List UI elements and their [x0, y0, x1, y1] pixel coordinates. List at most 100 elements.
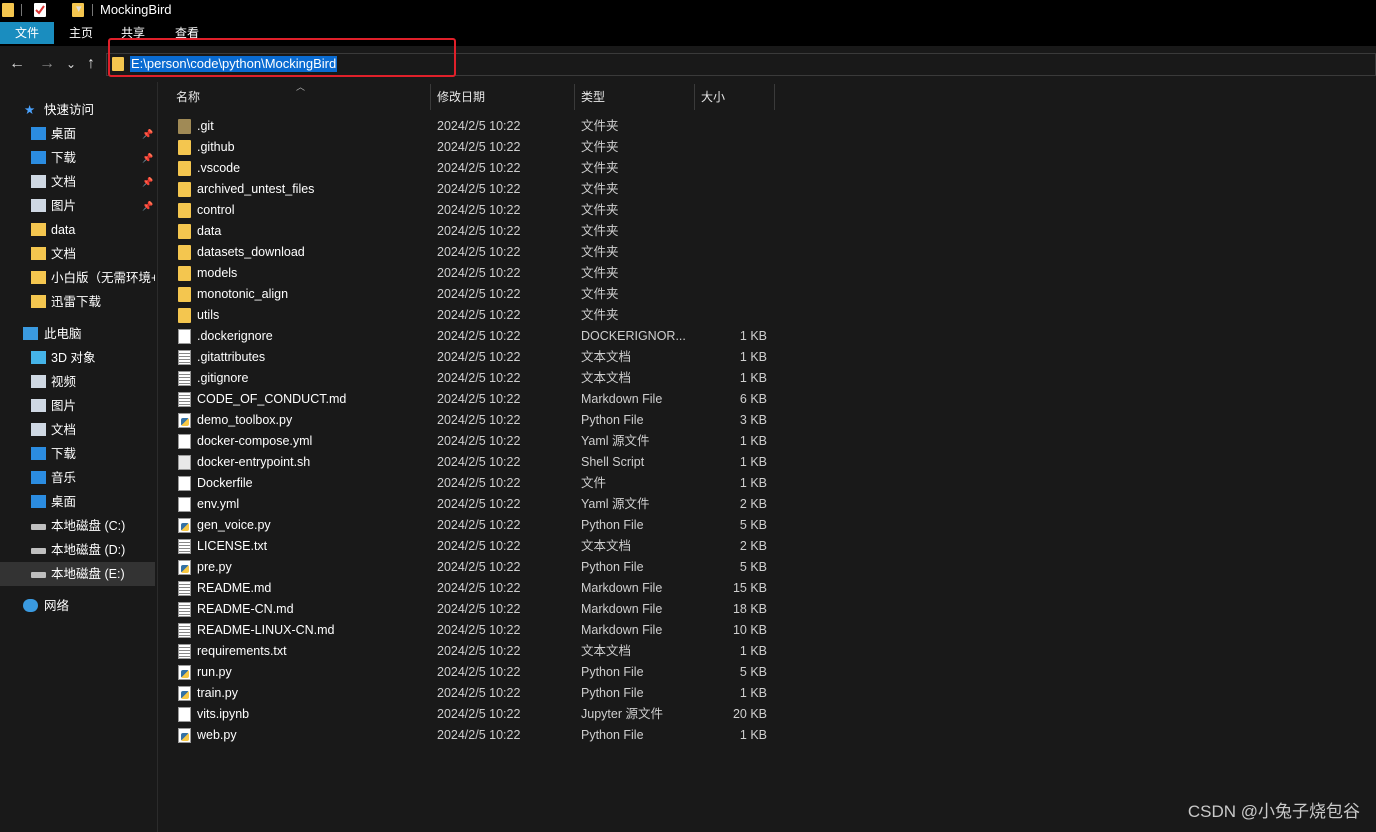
file-type: 文件夹: [581, 140, 619, 154]
file-row[interactable]: archived_untest_files 2024/2/5 10:22 文件夹: [160, 179, 780, 200]
file-row[interactable]: web.py 2024/2/5 10:22 Python File 1 KB: [160, 725, 780, 746]
sidebar-item-label: data: [51, 223, 76, 237]
sidebar-item-quick-4[interactable]: data: [0, 218, 155, 242]
sidebar-item-pc-2[interactable]: 图片: [0, 394, 155, 418]
sidebar-item-quick-5[interactable]: 文档: [0, 242, 155, 266]
file-row[interactable]: vits.ipynb 2024/2/5 10:22 Jupyter 源文件 20 KB: [160, 704, 780, 725]
sidebar-item-label: 本地磁盘 (D:): [51, 543, 126, 557]
sidebar-this-pc[interactable]: 此电脑: [0, 322, 155, 346]
separator: [21, 4, 22, 16]
column-header-name[interactable]: 名称: [176, 84, 200, 110]
file-row[interactable]: requirements.txt 2024/2/5 10:22 文本文档 1 KB: [160, 641, 780, 662]
sidebar-quick-access[interactable]: ★ 快速访问: [0, 98, 155, 122]
drive-icon: [31, 572, 46, 578]
sidebar-item-pc-8[interactable]: 本地磁盘 (D:): [0, 538, 155, 562]
folder-icon: [31, 295, 46, 308]
sidebar-item-pc-5[interactable]: 音乐: [0, 466, 155, 490]
sidebar-item-pc-6[interactable]: 桌面: [0, 490, 155, 514]
file-row[interactable]: train.py 2024/2/5 10:22 Python File 1 KB: [160, 683, 780, 704]
file-row[interactable]: LICENSE.txt 2024/2/5 10:22 文本文档 2 KB: [160, 536, 780, 557]
file-type: 文件夹: [581, 308, 619, 322]
file-row[interactable]: demo_toolbox.py 2024/2/5 10:22 Python File…: [160, 410, 780, 431]
sidebar-item-quick-3[interactable]: 图片 📌: [0, 194, 155, 218]
sidebar-item-pc-9[interactable]: 本地磁盘 (E:): [0, 562, 155, 586]
file-size: 1 KB: [739, 728, 767, 742]
column-header-type[interactable]: 类型: [581, 84, 605, 110]
file-row[interactable]: monotonic_align 2024/2/5 10:22 文件夹: [160, 284, 780, 305]
sidebar-item-quick-2[interactable]: 文档 📌: [0, 170, 155, 194]
file-row[interactable]: .gitattributes 2024/2/5 10:22 文本文档 1 KB: [160, 347, 780, 368]
sidebar-item-pc-3[interactable]: 文档: [0, 418, 155, 442]
file-row[interactable]: README-CN.md 2024/2/5 10:22 Markdown File 1…: [160, 599, 780, 620]
file-row[interactable]: docker-compose.yml 2024/2/5 10:22 Yaml 源文件…: [160, 431, 780, 452]
column-separator[interactable]: [774, 84, 775, 110]
file-row[interactable]: env.yml 2024/2/5 10:22 Yaml 源文件 2 KB: [160, 494, 780, 515]
file-row[interactable]: .dockerignore 2024/2/5 10:22 DOCKERIGNOR..…: [160, 326, 780, 347]
customize-quick-access-icon[interactable]: ▾: [76, 2, 82, 15]
python-file-icon: [178, 518, 191, 533]
sidebar-item-label: 图片: [51, 199, 77, 213]
file-size: 2 KB: [739, 539, 767, 553]
properties-icon[interactable]: [34, 3, 46, 17]
file-row[interactable]: utils 2024/2/5 10:22 文件夹: [160, 305, 780, 326]
file-size: 1 KB: [739, 644, 767, 658]
up-button[interactable]: ↑: [82, 53, 100, 75]
column-separator[interactable]: [694, 84, 695, 110]
sidebar-item-quick-7[interactable]: 迅雷下载: [0, 290, 155, 314]
sidebar-item-label: 本地磁盘 (C:): [51, 519, 126, 533]
file-row[interactable]: data 2024/2/5 10:22 文件夹: [160, 221, 780, 242]
file-row[interactable]: docker-entrypoint.sh 2024/2/5 10:22 Shell …: [160, 452, 780, 473]
folder-icon: [178, 140, 191, 155]
column-header-date[interactable]: 修改日期: [437, 84, 485, 110]
file-row[interactable]: run.py 2024/2/5 10:22 Python File 5 KB: [160, 662, 780, 683]
file-row[interactable]: Dockerfile 2024/2/5 10:22 文件 1 KB: [160, 473, 780, 494]
sidebar-item-pc-1[interactable]: 视频: [0, 370, 155, 394]
file-row[interactable]: CODE_OF_CONDUCT.md 2024/2/5 10:22 Markdown…: [160, 389, 780, 410]
sidebar-item-pc-7[interactable]: 本地磁盘 (C:): [0, 514, 155, 538]
sidebar-item-label: 文档: [51, 175, 77, 189]
file-row[interactable]: .vscode 2024/2/5 10:22 文件夹: [160, 158, 780, 179]
file-date: 2024/2/5 10:22: [437, 623, 521, 637]
file-row[interactable]: gen_voice.py 2024/2/5 10:22 Python File 5 K…: [160, 515, 780, 536]
sidebar-item-quick-0[interactable]: 桌面 📌: [0, 122, 155, 146]
column-separator[interactable]: [574, 84, 575, 110]
sidebar-item-quick-6[interactable]: 小白版（无需环境+: [0, 266, 155, 290]
forward-button[interactable]: →: [38, 53, 56, 75]
column-header-size[interactable]: 大小: [701, 84, 725, 110]
sidebar-item-pc-4[interactable]: 下载: [0, 442, 155, 466]
file-row[interactable]: datasets_download 2024/2/5 10:22 文件夹: [160, 242, 780, 263]
pin-icon[interactable]: 📌: [142, 170, 153, 194]
sidebar-item-label: 文档: [51, 423, 77, 437]
file-type: 文本文档: [581, 371, 632, 385]
tab-home[interactable]: 主页: [60, 22, 102, 44]
file-date: 2024/2/5 10:22: [437, 371, 521, 385]
file-row[interactable]: pre.py 2024/2/5 10:22 Python File 5 KB: [160, 557, 780, 578]
file-row[interactable]: README-LINUX-CN.md 2024/2/5 10:22 Markdown…: [160, 620, 780, 641]
file-row[interactable]: .gitignore 2024/2/5 10:22 文本文档 1 KB: [160, 368, 780, 389]
recent-locations-button[interactable]: ⌄: [62, 53, 80, 75]
file-row[interactable]: README.md 2024/2/5 10:22 Markdown File 15 K…: [160, 578, 780, 599]
download-icon: [31, 151, 46, 164]
sidebar-item-pc-0[interactable]: 3D 对象: [0, 346, 155, 370]
file-name: archived_untest_files: [197, 182, 315, 196]
pin-icon[interactable]: 📌: [142, 122, 153, 146]
pin-icon[interactable]: 📌: [142, 146, 153, 170]
sidebar-item-quick-1[interactable]: 下载 📌: [0, 146, 155, 170]
column-separator[interactable]: [430, 84, 431, 110]
pin-icon[interactable]: 📌: [142, 194, 153, 218]
back-button[interactable]: ←: [8, 53, 26, 75]
file-row[interactable]: models 2024/2/5 10:22 文件夹: [160, 263, 780, 284]
file-name: README-LINUX-CN.md: [197, 623, 335, 637]
tab-file[interactable]: 文件: [0, 22, 54, 44]
file-row[interactable]: .github 2024/2/5 10:22 文件夹: [160, 137, 780, 158]
file-size: 3 KB: [739, 413, 767, 427]
sidebar-item-label: 视频: [51, 375, 77, 389]
file-row[interactable]: control 2024/2/5 10:22 文件夹: [160, 200, 780, 221]
file-type: DOCKERIGNOR...: [581, 329, 686, 343]
sidebar-network[interactable]: 网络: [0, 594, 155, 618]
file-type: 文件夹: [581, 161, 619, 175]
file-row[interactable]: .git 2024/2/5 10:22 文件夹: [160, 116, 780, 137]
file-size: 1 KB: [739, 350, 767, 364]
file-date: 2024/2/5 10:22: [437, 119, 521, 133]
file-date: 2024/2/5 10:22: [437, 539, 521, 553]
